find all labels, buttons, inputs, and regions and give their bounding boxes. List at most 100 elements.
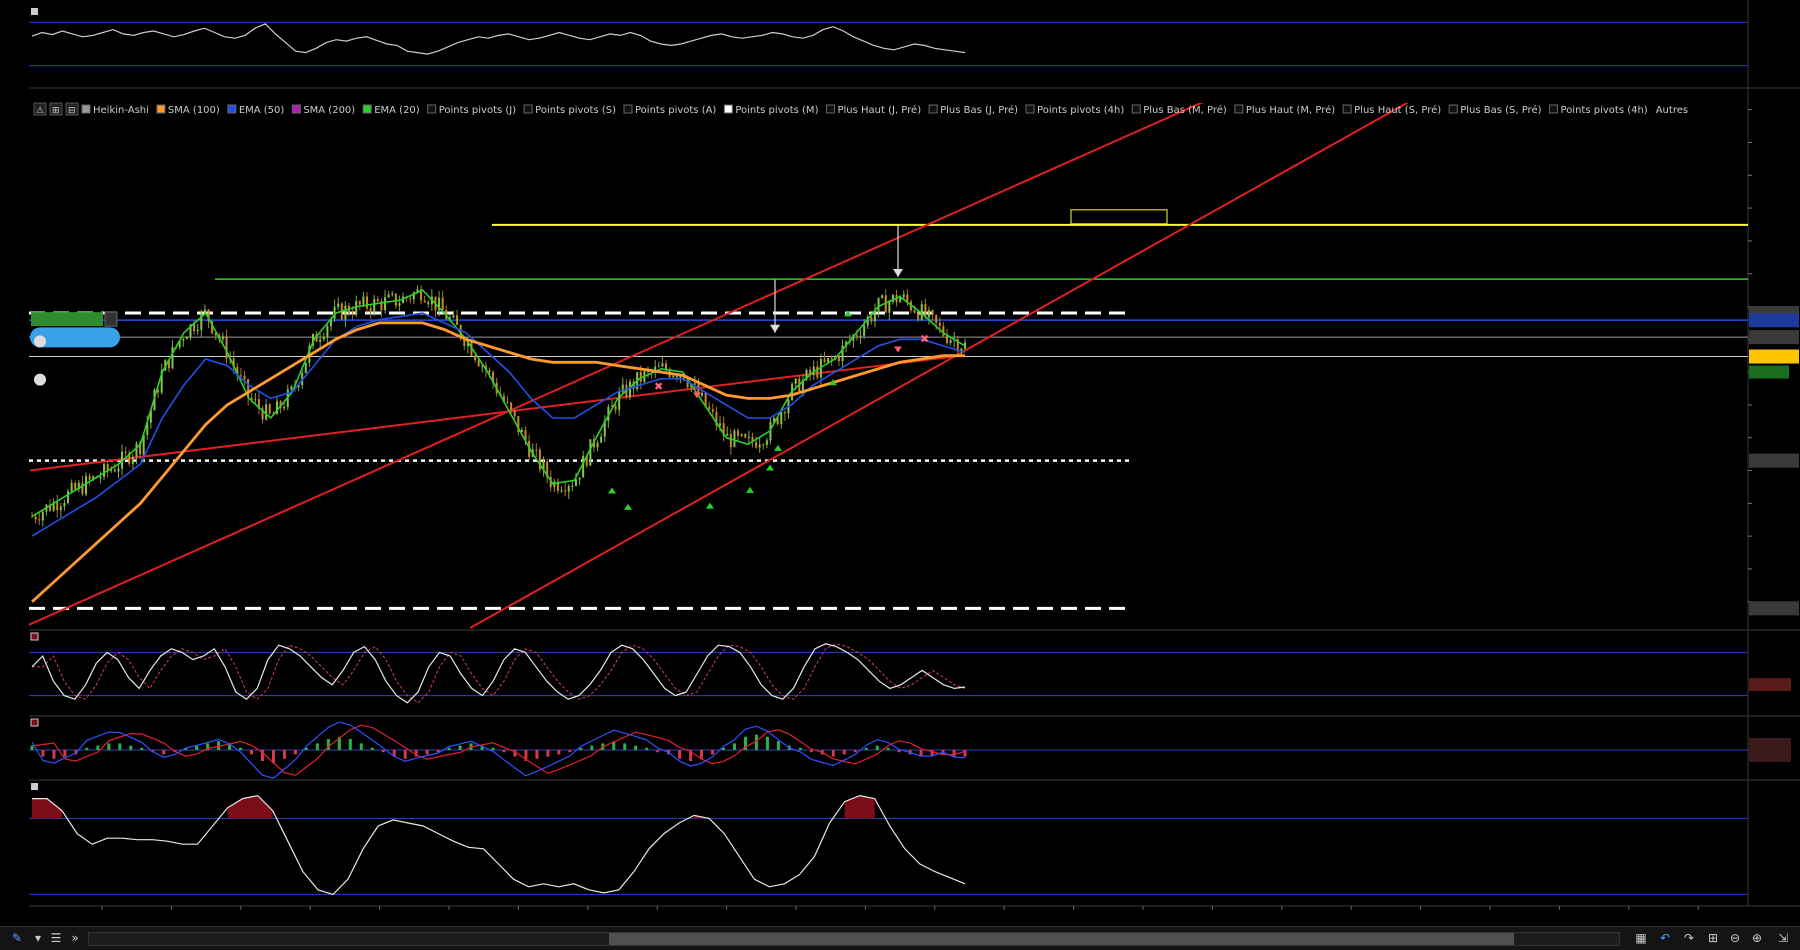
candle-body bbox=[67, 491, 70, 503]
candle-body bbox=[863, 325, 866, 336]
chart-canvas[interactable]: ✖ ✖ ⚠ ⊞ ⊟ Heikin-Ashi SMA (100) EMA (50) SMA (20… bbox=[0, 0, 1800, 925]
macd-checkbox[interactable] bbox=[30, 718, 39, 727]
macd-bar bbox=[107, 743, 111, 750]
candle-body bbox=[794, 378, 797, 384]
legend-swatch[interactable] bbox=[81, 104, 91, 114]
candle-body bbox=[456, 315, 459, 326]
candle-body bbox=[675, 375, 678, 378]
legend-swatch[interactable] bbox=[723, 104, 733, 114]
legend-swatch[interactable] bbox=[1448, 104, 1458, 114]
macd-bar bbox=[63, 750, 67, 757]
macd-bar bbox=[700, 750, 704, 759]
legend-swatch[interactable] bbox=[156, 104, 166, 114]
candle-body bbox=[376, 299, 379, 302]
macd-bar bbox=[129, 745, 133, 750]
autoscale-icon[interactable]: ⇲ bbox=[1772, 930, 1794, 946]
tsi-checkbox[interactable] bbox=[31, 783, 38, 790]
countdown-tag bbox=[1749, 365, 1789, 379]
candle-body bbox=[672, 375, 675, 378]
candle-body bbox=[906, 294, 909, 302]
macd-bar bbox=[315, 743, 319, 750]
candle-body bbox=[567, 486, 570, 492]
candle-body bbox=[513, 410, 516, 417]
candle-body bbox=[117, 468, 120, 472]
price-level-tag-blue bbox=[1749, 313, 1799, 328]
undo-icon[interactable]: ↶ bbox=[1656, 930, 1674, 946]
legend-label: EMA (20) bbox=[374, 105, 420, 116]
legend-swatch[interactable] bbox=[1025, 104, 1035, 114]
chart-background bbox=[0, 0, 1800, 925]
candle-body bbox=[614, 405, 617, 410]
price-level-tag bbox=[1749, 453, 1799, 468]
macd-bar bbox=[282, 750, 286, 759]
candle-body bbox=[935, 314, 938, 323]
candle-body bbox=[131, 456, 134, 464]
stoch-checkbox[interactable] bbox=[30, 632, 39, 641]
legend-swatch[interactable] bbox=[623, 104, 633, 114]
macd-bar bbox=[52, 750, 56, 759]
candle-body bbox=[888, 302, 891, 313]
macd-bar bbox=[634, 745, 638, 750]
candle-body bbox=[855, 335, 858, 337]
redo-icon[interactable]: ↷ bbox=[1680, 930, 1698, 946]
handle-icon[interactable] bbox=[34, 335, 46, 348]
candle-body bbox=[758, 444, 761, 448]
legend-swatch[interactable] bbox=[362, 104, 372, 114]
macd-bar bbox=[447, 747, 451, 750]
macd-bar bbox=[864, 747, 868, 750]
expand-icon[interactable]: » bbox=[68, 930, 82, 946]
candle-body bbox=[427, 302, 430, 305]
candle-body bbox=[506, 401, 509, 403]
scrollbar-thumb[interactable] bbox=[609, 933, 1514, 945]
legend-tool-glyph: ⊟ bbox=[68, 106, 76, 116]
candle-body bbox=[103, 463, 106, 477]
candle-body bbox=[74, 482, 77, 490]
price-level-tag bbox=[1749, 330, 1799, 345]
legend-label: Plus Haut (J, Pré) bbox=[837, 104, 921, 116]
candle-body bbox=[927, 310, 930, 317]
legend-swatch[interactable] bbox=[825, 104, 835, 114]
horizontal-scrollbar[interactable] bbox=[88, 932, 1620, 946]
zoom-fit-icon[interactable]: ⊞ bbox=[1704, 930, 1722, 946]
dropdown-icon[interactable]: ▾ bbox=[32, 930, 44, 946]
calendar-icon[interactable]: ▦ bbox=[1632, 930, 1650, 946]
legend-swatch[interactable] bbox=[227, 104, 237, 114]
macd-bar bbox=[96, 745, 100, 750]
candle-body bbox=[452, 315, 455, 318]
zoom-in-icon[interactable]: ⊕ bbox=[1748, 930, 1766, 946]
legend-swatch[interactable] bbox=[1549, 104, 1559, 114]
candle-body bbox=[949, 340, 952, 343]
legend-swatch[interactable] bbox=[523, 104, 533, 114]
macd-bar bbox=[425, 750, 429, 755]
candle-body bbox=[942, 326, 945, 336]
rsi-checkbox[interactable] bbox=[31, 8, 38, 15]
macd-bar bbox=[502, 750, 506, 753]
candle-body bbox=[737, 430, 740, 436]
candle-body bbox=[870, 316, 873, 322]
candle-body bbox=[938, 322, 941, 327]
order-tag[interactable] bbox=[31, 312, 103, 327]
candle-body bbox=[571, 485, 574, 487]
candle-body bbox=[783, 412, 786, 414]
legend-swatch[interactable] bbox=[928, 104, 938, 114]
zoom-out-icon[interactable]: ⊖ bbox=[1726, 930, 1744, 946]
macd-bar bbox=[491, 747, 495, 750]
candle-body bbox=[560, 490, 563, 492]
candle-body bbox=[733, 430, 736, 448]
legend-swatch[interactable] bbox=[1131, 104, 1141, 114]
candle-body bbox=[171, 346, 174, 369]
candle-body bbox=[726, 433, 729, 436]
candle-body bbox=[823, 358, 826, 362]
stoch-tag bbox=[1749, 678, 1791, 692]
legend-swatch[interactable] bbox=[1342, 104, 1352, 114]
order-close-button[interactable] bbox=[104, 311, 118, 327]
legend-swatch[interactable] bbox=[1234, 104, 1244, 114]
menu-icon[interactable]: ☰ bbox=[48, 930, 64, 946]
legend-label: Points pivots (J) bbox=[439, 105, 517, 116]
legend-tool-glyph: ⚠ bbox=[36, 106, 44, 116]
candle-body bbox=[88, 476, 91, 480]
cross-marker: ✖ bbox=[654, 380, 663, 393]
handle-icon[interactable] bbox=[34, 373, 46, 386]
legend-swatch[interactable] bbox=[291, 104, 301, 114]
legend-swatch[interactable] bbox=[427, 104, 437, 114]
